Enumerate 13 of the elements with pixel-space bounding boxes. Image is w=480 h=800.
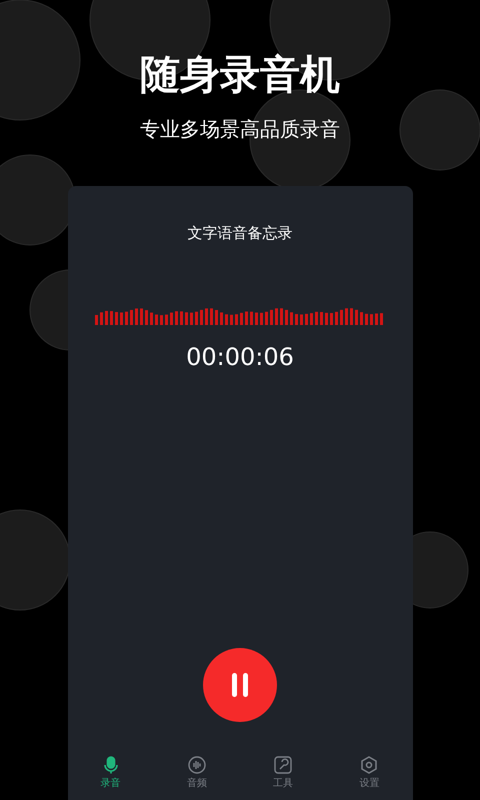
tab-item[interactable]: 设置 (326, 752, 412, 800)
settings-icon (360, 756, 378, 774)
tab-item[interactable]: 工具 (240, 752, 326, 800)
sound-wave-icon (188, 756, 206, 774)
recording-timer: 00:00:06 (186, 343, 294, 371)
pause-icon (230, 672, 250, 698)
tab-item[interactable]: 录音 (68, 752, 154, 800)
microphone-icon (102, 756, 120, 774)
screen-title: 文字语音备忘录 (188, 224, 292, 243)
headline: 随身录音机 (140, 51, 340, 100)
tab-item[interactable]: 音频 (154, 752, 240, 800)
subtitle: 专业多场景高品质录音 (140, 116, 340, 143)
wrench-icon (274, 756, 292, 774)
